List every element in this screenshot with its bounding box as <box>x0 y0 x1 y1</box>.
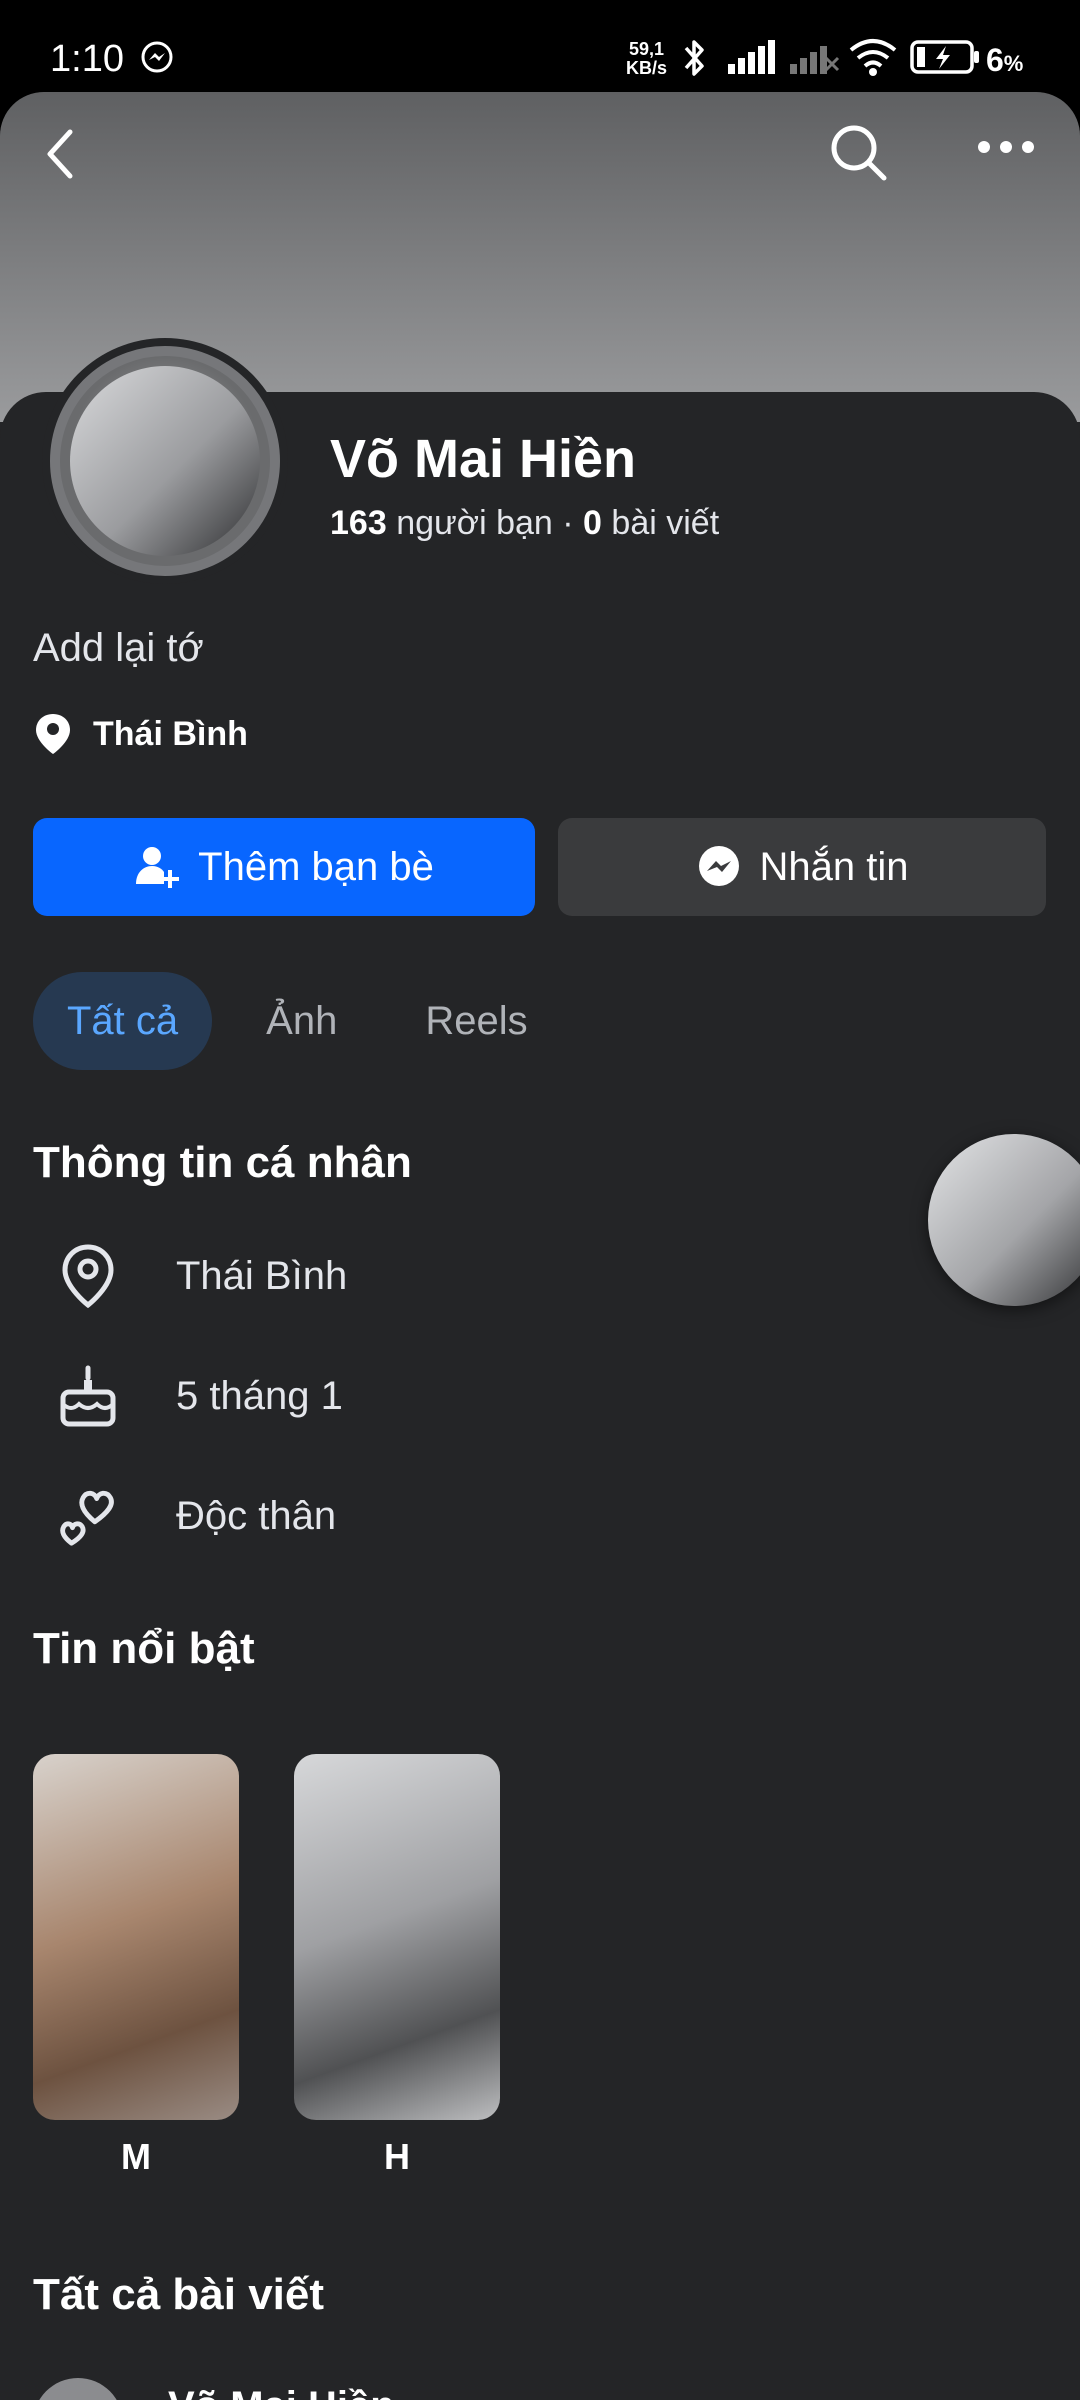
more-dots-icon <box>978 141 1034 153</box>
relationship-hearts-icon <box>56 1484 120 1548</box>
posts-count: 0 <box>583 504 602 542</box>
messenger-notification-icon <box>140 40 174 79</box>
battery-percent-sign: % <box>1003 51 1024 76</box>
battery-percent: 6% <box>986 42 1023 79</box>
add-friend-button[interactable]: Thêm bạn bè <box>33 818 535 916</box>
info-relationship-text: Độc thân <box>176 1493 337 1538</box>
profile-location: Thái Bình <box>33 712 248 756</box>
all-posts-title: Tất cả bài viết <box>33 2270 325 2319</box>
avatar-photo <box>70 366 260 556</box>
location-pin-icon <box>36 714 70 754</box>
back-button[interactable] <box>40 122 88 191</box>
profile-stats: 163 người bạn · 0 bài viết <box>330 504 719 543</box>
friends-count[interactable]: 163 <box>330 504 387 542</box>
search-icon <box>831 125 887 181</box>
info-row-birthday[interactable]: 5 tháng 1 <box>56 1364 343 1428</box>
profile-avatar[interactable] <box>42 338 288 584</box>
network-speed-unit: KB/s <box>626 58 668 78</box>
profile-name: Võ Mai Hiền <box>330 429 637 489</box>
post-author-name[interactable]: Võ Mai Hiền <box>168 2384 395 2400</box>
location-outline-icon <box>56 1244 120 1309</box>
wifi-icon <box>848 38 898 81</box>
message-button[interactable]: Nhắn tin <box>558 818 1046 916</box>
friends-label[interactable]: người bạn <box>396 504 553 542</box>
more-options-button[interactable] <box>976 132 1036 167</box>
network-speed-value: 59,1 <box>628 39 665 59</box>
highlight-label-1: M <box>121 2136 151 2177</box>
avatar-ring <box>50 346 280 576</box>
profile-location-text: Thái Bình <box>93 714 248 753</box>
info-location-text: Thái Bình <box>176 1253 348 1298</box>
stats-separator: · <box>562 504 574 542</box>
personal-info-title: Thông tin cá nhân <box>33 1138 412 1187</box>
profile-tabs: Tất cả Ảnh Reels <box>33 972 582 1070</box>
tab-all[interactable]: Tất cả <box>33 972 213 1070</box>
add-friend-label: Thêm bạn bè <box>198 844 434 889</box>
posts-label: bài viết <box>611 504 720 542</box>
info-row-relationship[interactable]: Độc thân <box>56 1484 336 1548</box>
tab-reels[interactable]: Reels <box>391 972 561 1070</box>
status-time: 1:10 <box>50 38 124 80</box>
network-speed: 59,1 KB/s <box>626 40 667 78</box>
birthday-cake-icon <box>56 1364 120 1428</box>
search-button[interactable] <box>826 120 892 191</box>
phone-screen: 1:10 59,1 KB/s 6% Võ Mai Hiền 163 người … <box>0 0 1080 2400</box>
info-birthday-text: 5 tháng 1 <box>176 1373 343 1418</box>
cell-signal-icon <box>728 40 778 79</box>
highlight-story-1[interactable] <box>33 1754 239 2120</box>
bluetooth-icon <box>680 38 710 83</box>
highlight-label-2: H <box>384 2136 410 2177</box>
back-arrow-icon <box>47 129 73 179</box>
battery-icon <box>910 40 982 79</box>
message-label: Nhắn tin <box>759 844 909 889</box>
info-row-location[interactable]: Thái Bình <box>56 1244 347 1309</box>
add-friend-icon <box>136 847 180 888</box>
battery-percent-value: 6 <box>986 42 1004 78</box>
cell-signal-2-icon <box>790 40 840 79</box>
status-bar: 1:10 59,1 KB/s 6% <box>0 0 1080 92</box>
profile-bio: Add lại tớ <box>33 626 204 670</box>
highlights-title: Tin nổi bật <box>33 1624 255 1673</box>
tab-photos[interactable]: Ảnh <box>232 972 371 1070</box>
highlight-story-2[interactable] <box>294 1754 500 2120</box>
messenger-icon <box>698 846 739 886</box>
